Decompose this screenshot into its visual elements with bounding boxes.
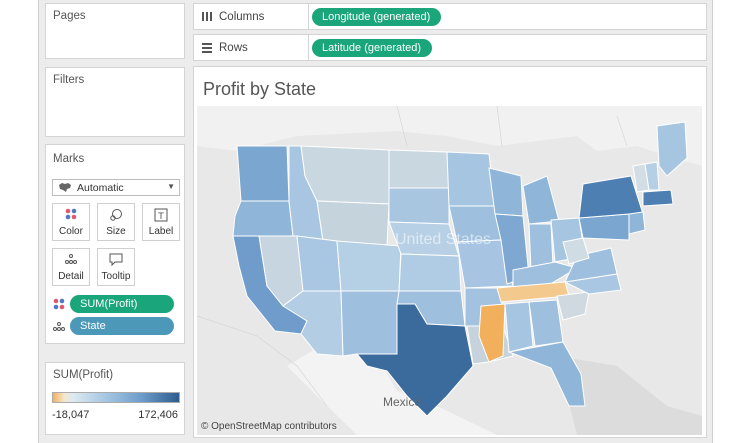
- size-button[interactable]: Size: [97, 203, 135, 241]
- marks-card: Marks Automatic ▼ Color Size T Label Det…: [45, 144, 185, 344]
- marks-field-profit[interactable]: SUM(Profit): [52, 295, 174, 313]
- mexico-label: Mexico: [383, 395, 422, 409]
- state-georgia[interactable]: [528, 299, 564, 347]
- rows-label: Rows: [219, 41, 248, 54]
- text-label-icon: T: [154, 208, 168, 222]
- detail-button-label: Detail: [58, 271, 84, 282]
- detail-dots-icon: [53, 322, 65, 331]
- filters-title: Filters: [53, 74, 85, 86]
- detail-button[interactable]: Detail: [52, 248, 90, 286]
- state-new-jersey[interactable]: [628, 211, 646, 235]
- columns-label: Columns: [219, 10, 265, 23]
- legend-min-value: -18,047: [52, 409, 90, 421]
- marks-title: Marks: [53, 153, 85, 165]
- map-view[interactable]: United States Mexico © OpenStreetMap con…: [197, 106, 702, 435]
- tooltip-button[interactable]: Tooltip: [97, 248, 135, 286]
- label-button[interactable]: T Label: [142, 203, 180, 241]
- rows-shelf-label: Rows: [194, 35, 309, 60]
- profit-pill[interactable]: SUM(Profit): [70, 295, 174, 313]
- pages-card[interactable]: Pages: [45, 3, 185, 59]
- state-minnesota[interactable]: [446, 151, 496, 207]
- color-dots-icon: [53, 298, 65, 310]
- state-massachusetts[interactable]: [642, 189, 674, 207]
- state-wyoming[interactable]: [316, 200, 390, 247]
- state-north-dakota[interactable]: [388, 149, 450, 189]
- legend-gradient-bar: [52, 392, 180, 403]
- tooltip-button-label: Tooltip: [101, 271, 131, 282]
- view-title: Profit by State: [203, 79, 317, 99]
- mark-type-dropdown[interactable]: Automatic ▼: [52, 179, 180, 196]
- state-new-mexico[interactable]: [340, 290, 400, 357]
- longitude-pill[interactable]: Longitude (generated): [312, 8, 442, 26]
- state-south-dakota[interactable]: [388, 187, 450, 225]
- color-legend-card[interactable]: SUM(Profit) -18,047 172,406: [45, 362, 185, 435]
- detail-icon: [65, 254, 77, 264]
- state-montana[interactable]: [300, 145, 390, 205]
- rows-icon: [202, 43, 212, 53]
- state-pill[interactable]: State: [70, 317, 174, 335]
- map-mark-icon: [59, 183, 71, 192]
- marks-field-state[interactable]: State: [52, 317, 174, 335]
- workbook-frame: Pages Filters Marks Automatic ▼ Color Si…: [38, 0, 713, 443]
- columns-shelf-label: Columns: [194, 4, 309, 29]
- latitude-pill[interactable]: Latitude (generated): [312, 39, 433, 57]
- map-svg: [197, 106, 702, 435]
- state-washington[interactable]: [236, 145, 290, 202]
- state-wisconsin[interactable]: [488, 167, 524, 217]
- label-button-label: Label: [148, 226, 174, 237]
- legend-title: SUM(Profit): [53, 369, 114, 381]
- state-alabama[interactable]: [504, 301, 534, 353]
- state-kansas[interactable]: [398, 253, 462, 292]
- state-oregon[interactable]: [232, 200, 294, 237]
- state-utah[interactable]: [296, 235, 342, 292]
- map-attribution[interactable]: © OpenStreetMap contributors: [201, 421, 337, 432]
- state-colorado[interactable]: [336, 240, 402, 292]
- rows-shelf[interactable]: Rows Latitude (generated): [193, 34, 707, 61]
- view-card: Profit by State United States Mexico © O…: [193, 66, 707, 438]
- mark-type-label: Automatic: [77, 181, 124, 194]
- color-icon: [65, 208, 77, 220]
- tooltip-icon: [109, 253, 123, 266]
- country-label: United States: [395, 231, 492, 248]
- color-button-label: Color: [59, 226, 83, 237]
- color-button[interactable]: Color: [52, 203, 90, 241]
- legend-max-value: 172,406: [138, 409, 178, 421]
- size-button-label: Size: [106, 226, 126, 237]
- columns-icon: [202, 12, 212, 21]
- pages-title: Pages: [53, 10, 86, 22]
- columns-shelf[interactable]: Columns Longitude (generated): [193, 3, 707, 30]
- svg-text:T: T: [157, 212, 164, 222]
- size-icon: [110, 209, 122, 221]
- filters-card[interactable]: Filters: [45, 67, 185, 137]
- chevron-down-icon: ▼: [167, 182, 175, 191]
